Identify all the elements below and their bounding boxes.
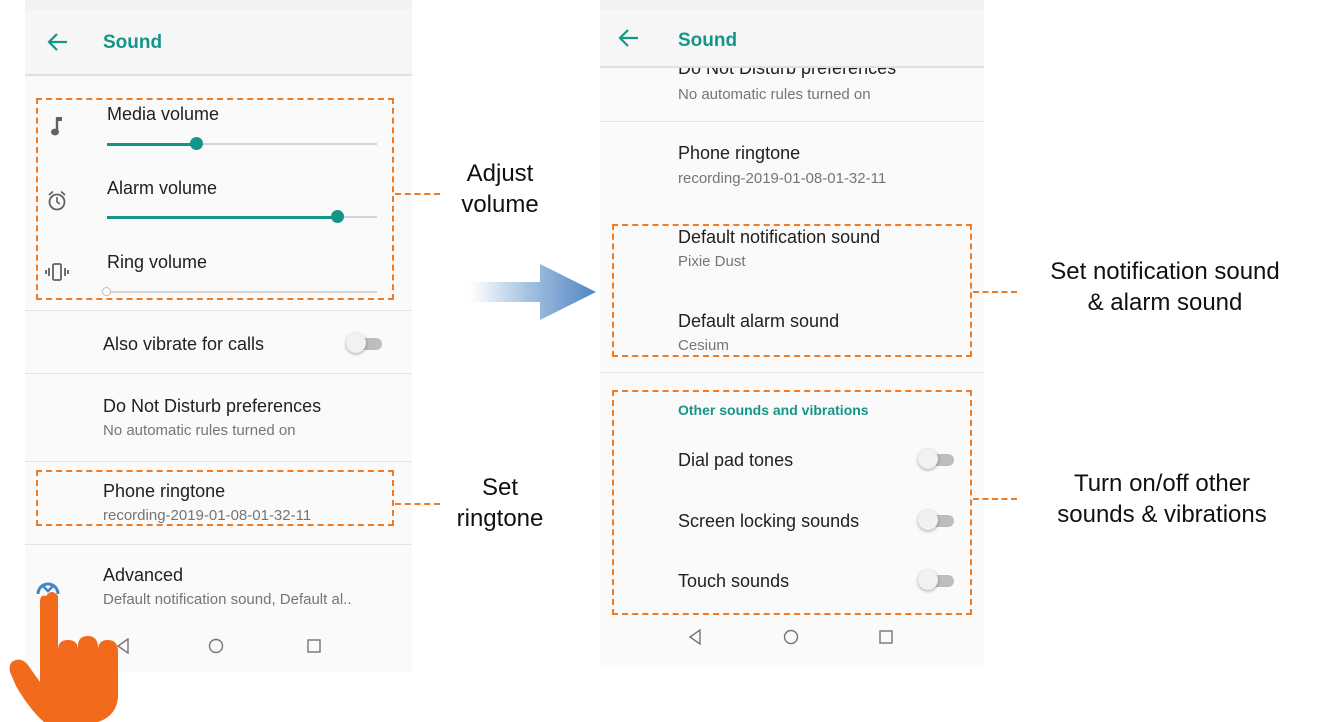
ringtone-title: Phone ringtone — [678, 143, 801, 163]
back-arrow-icon[interactable] — [618, 28, 640, 48]
nav-home-icon[interactable] — [783, 629, 799, 645]
set-ringtone-annotation: Set ringtone — [430, 472, 570, 534]
flow-arrow-icon — [470, 264, 596, 320]
notification-alarm-highlight-box — [612, 224, 972, 357]
page-title: Sound — [103, 32, 163, 53]
pointing-hand-icon — [9, 592, 119, 722]
other-sounds-highlight-box — [612, 390, 972, 615]
annotation-line: volume — [461, 191, 539, 218]
nav-recents-icon[interactable] — [879, 630, 893, 644]
dnd-title: Do Not Disturb preferences — [103, 396, 322, 416]
nav-recents-icon[interactable] — [307, 639, 321, 653]
nav-back-icon[interactable] — [688, 629, 702, 645]
adjust-volume-annotation: Adjust volume — [430, 158, 570, 220]
dnd-subtitle: No automatic rules turned on — [103, 422, 296, 439]
app-bar: Sound — [600, 10, 984, 68]
annotation-line: Turn on/off other — [1073, 470, 1251, 497]
annotation-line: Adjust — [466, 160, 534, 187]
advanced-title: Advanced — [103, 565, 184, 585]
other-sounds-annotation: Turn on/off other sounds & vibrations — [1012, 468, 1312, 530]
set-notification-annotation: Set notification sound & alarm sound — [1015, 256, 1315, 318]
annotation-line: & alarm sound — [1087, 289, 1243, 316]
annotation-line: ringtone — [456, 505, 544, 532]
annotation-line: Set notification sound — [1050, 258, 1280, 285]
app-bar: Sound — [25, 10, 412, 76]
dnd-subtitle: No automatic rules turned on — [678, 86, 871, 103]
annotation-line: sounds & vibrations — [1057, 501, 1267, 528]
volume-highlight-box — [36, 98, 394, 300]
annotation-line: Set — [481, 474, 519, 501]
advanced-subtitle: Default notification sound, Default al.. — [103, 591, 352, 608]
notification-leader-line — [973, 291, 1017, 293]
page-title: Sound — [678, 30, 738, 51]
ringtone-highlight-box — [36, 470, 394, 526]
other-sounds-leader-line — [973, 498, 1017, 500]
navigation-bar — [600, 613, 984, 661]
nav-home-icon[interactable] — [208, 638, 224, 654]
vibrate-for-calls-label: Also vibrate for calls — [103, 334, 265, 354]
vibrate-for-calls-toggle[interactable] — [346, 333, 384, 353]
ringtone-subtitle: recording-2019-01-08-01-32-11 — [678, 170, 887, 187]
back-arrow-icon[interactable] — [47, 32, 69, 52]
